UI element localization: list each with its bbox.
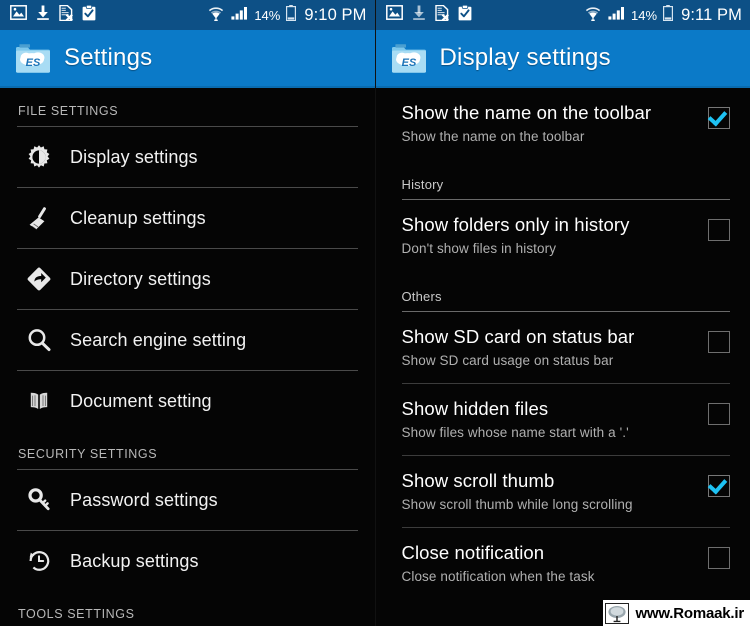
left-title-bar: ES Settings [0,30,375,88]
download-icon [36,5,50,25]
sidebar-item-label: Search engine setting [70,329,247,350]
dual-screenshot-composite: 14% 9:10 PM ES Settings FILE SETTINGS Di… [0,0,750,626]
clipboard-check-icon [458,4,472,26]
sidebar-item-label: Password settings [70,489,218,510]
romaak-logo-icon [605,602,630,624]
left-status-bar-notification-icons [10,4,96,26]
right-status-bar-notification-icons [385,4,472,26]
preference-title: Show hidden files [401,398,549,420]
sidebar-item-label: Cleanup settings [70,207,206,228]
left-status-bar: 14% 9:10 PM [0,0,375,30]
right-title-bar: ES Display settings [375,30,750,88]
preference-text: Show scroll thumb Show scroll thumb whil… [402,470,709,513]
preference-text: Close notification Close notification wh… [402,542,709,585]
right-battery-percent: 14% [631,7,658,23]
preference-text: Show the name on the toolbar Show the na… [402,102,709,145]
clipboard-check-icon [82,4,96,26]
battery-icon [286,4,297,26]
settings-category-list: FILE SETTINGS Display settings Cleanup s… [0,88,375,626]
preference-row-show-scroll-thumb[interactable]: Show scroll thumb Show scroll thumb whil… [376,456,750,527]
preference-title: Close notification [401,542,545,564]
key-icon [24,485,54,515]
left-pane-settings-screen: 14% 9:10 PM ES Settings FILE SETTINGS Di… [0,0,376,626]
download-icon [412,5,426,25]
cellular-signal-icon [608,6,625,25]
left-battery-percent: 14% [254,7,281,23]
document-error-icon [59,4,73,26]
group-label-history: History [401,177,444,193]
preference-row-show-hidden-files[interactable]: Show hidden files Show files whose name … [376,384,750,455]
preference-subtitle: Show SD card usage on status bar [401,352,614,368]
preference-row-show-name-on-toolbar[interactable]: Show the name on the toolbar Show the na… [376,88,750,159]
preference-row-show-folders-only-in-history[interactable]: Show folders only in history Don't show … [376,200,750,271]
group-label-others: Others [401,289,442,305]
image-icon [385,5,403,25]
battery-icon [663,4,674,26]
sidebar-item-label: Backup settings [70,550,199,571]
preference-title: Show scroll thumb [401,470,555,492]
preference-subtitle: Show files whose name start with a '.' [401,424,629,440]
section-label-file-settings: FILE SETTINGS [18,104,119,118]
checkbox-close-notification[interactable] [708,547,730,570]
sidebar-item-label: Display settings [70,146,198,167]
right-clock: 9:11 PM [681,5,742,24]
sidebar-item-directory-settings[interactable]: Directory settings [0,249,375,309]
checkbox-show-hidden-files[interactable] [708,403,730,426]
sidebar-item-label: Document setting [70,390,212,411]
preference-title: Show folders only in history [401,214,630,236]
wifi-icon [207,5,225,26]
history-clock-icon [24,546,54,576]
section-label-security-settings: SECURITY SETTINGS [18,447,158,461]
left-status-bar-system-icons: 14% 9:10 PM [207,4,367,26]
svg-text:ES: ES [26,57,41,69]
preference-text: Show hidden files Show files whose name … [402,398,709,441]
preference-subtitle: Close notification when the task [401,568,595,584]
checkbox-show-scroll-thumb[interactable] [708,475,730,498]
preference-title: Show SD card on status bar [401,326,635,348]
preference-title: Show the name on the toolbar [401,102,652,123]
sidebar-item-password-settings[interactable]: Password settings [0,470,375,530]
watermark: www.Romaak.ir [603,600,750,626]
sidebar-item-display-settings[interactable]: Display settings [0,127,375,187]
brightness-gear-icon [24,142,54,172]
display-settings-preference-list: Show the name on the toolbar Show the na… [376,88,750,599]
preference-subtitle: Don't show files in history [401,240,557,256]
directory-arrow-icon [24,264,54,294]
preference-text: Show folders only in history Don't show … [402,214,709,257]
sidebar-item-document-setting[interactable]: Document setting [0,371,375,431]
broom-icon [24,203,54,233]
sidebar-item-backup-settings[interactable]: Backup settings [0,531,375,591]
search-icon [24,325,54,355]
preference-subtitle: Show the name on the toolbar [401,128,585,144]
es-file-explorer-icon: ES [391,42,426,74]
watermark-text: www.Romaak.ir [635,604,744,622]
left-page-title: Settings [64,44,153,71]
book-icon [24,386,54,416]
checkbox-show-folders-only-in-history[interactable] [708,219,730,242]
checkbox-show-name-on-toolbar[interactable] [708,107,730,129]
preference-subtitle: Show scroll thumb while long scrolling [401,496,633,512]
left-clock: 9:10 PM [304,5,367,24]
right-status-bar-system-icons: 14% 9:11 PM [584,4,742,26]
sidebar-item-label: Directory settings [70,268,211,289]
document-error-icon [434,4,449,26]
preference-text: Show SD card on status bar Show SD card … [402,326,709,369]
right-pane-display-settings-screen: 14% 9:11 PM ES Display settings Show the… [375,0,750,626]
wifi-icon [584,5,602,26]
right-status-bar: 14% 9:11 PM [375,0,750,30]
image-icon [10,5,27,25]
section-label-tools-settings: TOOLS SETTINGS [18,607,135,621]
preference-row-show-sd-card-on-status-bar[interactable]: Show SD card on status bar Show SD card … [376,312,750,383]
checkbox-show-sd-card-on-status-bar[interactable] [708,331,730,354]
es-file-explorer-icon: ES [15,42,51,74]
svg-text:ES: ES [401,57,416,69]
cellular-signal-icon [231,6,248,25]
sidebar-item-cleanup-settings[interactable]: Cleanup settings [0,188,375,248]
preference-row-close-notification[interactable]: Close notification Close notification wh… [376,528,750,599]
right-page-title: Display settings [439,44,611,71]
sidebar-item-search-engine-setting[interactable]: Search engine setting [0,310,375,370]
